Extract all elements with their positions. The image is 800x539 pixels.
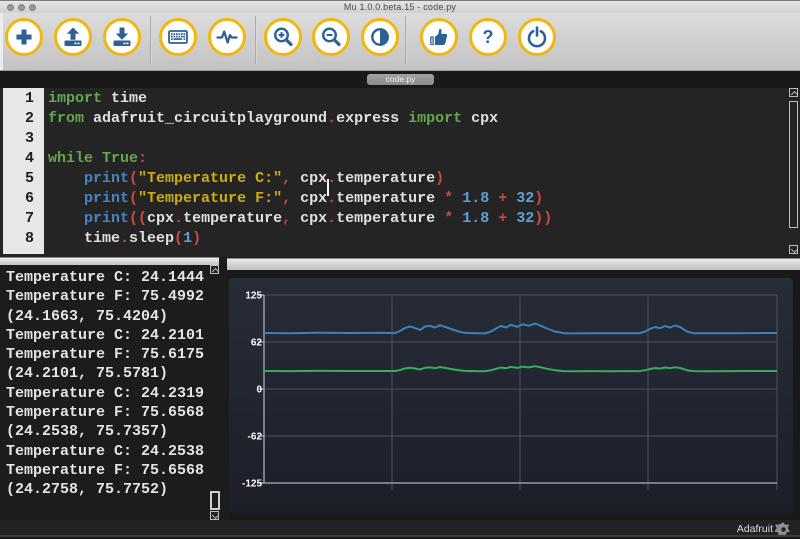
svg-text:0: 0 <box>256 385 262 396</box>
svg-text:125: 125 <box>245 291 262 302</box>
svg-text:-125: -125 <box>242 479 262 490</box>
svg-text:?: ? <box>483 27 494 47</box>
svg-text:-62: -62 <box>248 432 263 443</box>
svg-text:62: 62 <box>251 338 263 349</box>
